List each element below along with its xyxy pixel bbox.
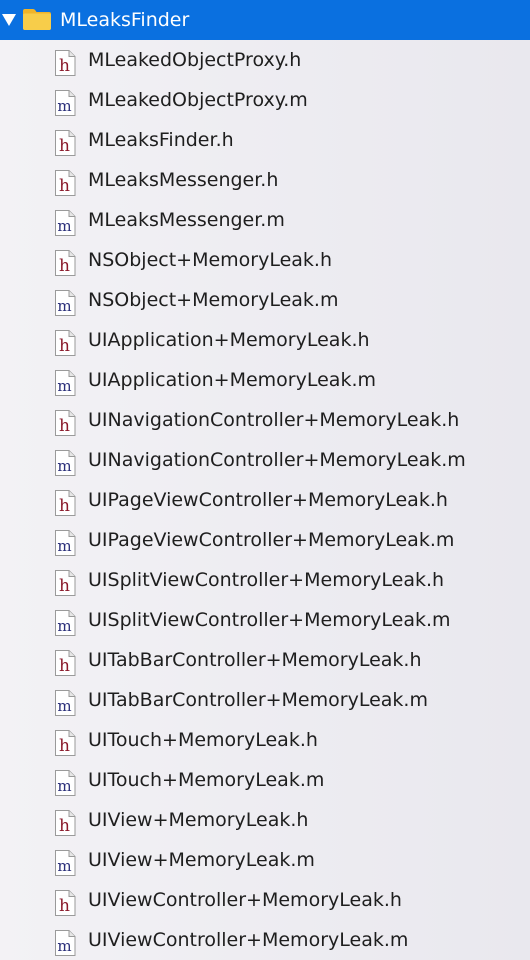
file-name: UIPageViewController+MemoryLeak.m [88, 529, 455, 551]
file-row[interactable]: h NSObject+MemoryLeak.h [0, 240, 530, 280]
header-file-icon: h [55, 170, 76, 196]
file-type-letter: h [59, 496, 70, 516]
header-file-icon: h [55, 650, 76, 676]
file-name: MLeakedObjectProxy.h [88, 49, 302, 71]
file-type-letter: m [57, 97, 71, 115]
file-name: NSObject+MemoryLeak.h [88, 249, 333, 271]
file-type-letter: h [59, 816, 70, 836]
file-type-letter: m [57, 697, 71, 715]
file-name: UIPageViewController+MemoryLeak.h [88, 489, 448, 511]
header-file-icon: h [55, 130, 76, 156]
implementation-file-icon: m [55, 290, 76, 316]
file-row[interactable]: m UIViewController+MemoryLeak.m [0, 920, 530, 960]
file-name: UITabBarController+MemoryLeak.h [88, 649, 422, 671]
file-row[interactable]: m MLeaksMessenger.m [0, 200, 530, 240]
folder-row-mleaksfinder[interactable]: MLeaksFinder [0, 0, 530, 40]
file-row[interactable]: h MLeaksMessenger.h [0, 160, 530, 200]
file-type-letter: h [59, 736, 70, 756]
file-name: MLeaksMessenger.m [88, 209, 285, 231]
file-name: UITouch+MemoryLeak.m [88, 769, 325, 791]
header-file-icon: h [55, 890, 76, 916]
file-name: NSObject+MemoryLeak.m [88, 289, 339, 311]
implementation-file-icon: m [55, 850, 76, 876]
file-type-letter: m [57, 377, 71, 395]
header-file-icon: h [55, 330, 76, 356]
file-name: UINavigationController+MemoryLeak.h [88, 409, 460, 431]
implementation-file-icon: m [55, 370, 76, 396]
implementation-file-icon: m [55, 530, 76, 556]
file-type-letter: h [59, 576, 70, 596]
file-row[interactable]: h UISplitViewController+MemoryLeak.h [0, 560, 530, 600]
file-list: h MLeakedObjectProxy.h m MLeakedObjectProxy… [0, 40, 530, 960]
file-row[interactable]: h UIView+MemoryLeak.h [0, 800, 530, 840]
file-type-letter: h [59, 416, 70, 436]
file-type-letter: m [57, 777, 71, 795]
file-row[interactable]: h MLeakedObjectProxy.h [0, 40, 530, 80]
file-type-letter: m [57, 217, 71, 235]
file-type-letter: h [59, 176, 70, 196]
header-file-icon: h [55, 50, 76, 76]
file-type-letter: m [57, 297, 71, 315]
header-file-icon: h [55, 730, 76, 756]
file-row[interactable]: h UIApplication+MemoryLeak.h [0, 320, 530, 360]
header-file-icon: h [55, 570, 76, 596]
file-row[interactable]: m UISplitViewController+MemoryLeak.m [0, 600, 530, 640]
folder-name: MLeaksFinder [60, 9, 190, 31]
file-name: UIViewController+MemoryLeak.m [88, 929, 409, 951]
file-name: MLeaksMessenger.h [88, 169, 279, 191]
file-row[interactable]: h MLeaksFinder.h [0, 120, 530, 160]
file-type-letter: m [57, 537, 71, 555]
file-type-letter: m [57, 457, 71, 475]
disclosure-triangle-icon[interactable] [2, 14, 16, 26]
file-row[interactable]: m MLeakedObjectProxy.m [0, 80, 530, 120]
file-name: UITabBarController+MemoryLeak.m [88, 689, 428, 711]
file-type-letter: h [59, 336, 70, 356]
file-type-letter: h [59, 56, 70, 76]
file-row[interactable]: m UIApplication+MemoryLeak.m [0, 360, 530, 400]
file-row[interactable]: m UINavigationController+MemoryLeak.m [0, 440, 530, 480]
implementation-file-icon: m [55, 610, 76, 636]
folder-icon [23, 9, 51, 30]
implementation-file-icon: m [55, 450, 76, 476]
file-name: UINavigationController+MemoryLeak.m [88, 449, 466, 471]
file-type-letter: m [57, 617, 71, 635]
file-name: UIViewController+MemoryLeak.h [88, 889, 402, 911]
file-row[interactable]: m UITouch+MemoryLeak.m [0, 760, 530, 800]
file-type-letter: m [57, 857, 71, 875]
file-row[interactable]: m NSObject+MemoryLeak.m [0, 280, 530, 320]
file-row[interactable]: h UITabBarController+MemoryLeak.h [0, 640, 530, 680]
file-row[interactable]: h UINavigationController+MemoryLeak.h [0, 400, 530, 440]
implementation-file-icon: m [55, 210, 76, 236]
file-name: MLeaksFinder.h [88, 129, 234, 151]
implementation-file-icon: m [55, 690, 76, 716]
file-name: UISplitViewController+MemoryLeak.m [88, 609, 451, 631]
implementation-file-icon: m [55, 90, 76, 116]
file-row[interactable]: h UITouch+MemoryLeak.h [0, 720, 530, 760]
file-name: UISplitViewController+MemoryLeak.h [88, 569, 445, 591]
file-type-letter: m [57, 937, 71, 955]
file-row[interactable]: h UIViewController+MemoryLeak.h [0, 880, 530, 920]
file-name: MLeakedObjectProxy.m [88, 89, 308, 111]
file-name: UITouch+MemoryLeak.h [88, 729, 318, 751]
header-file-icon: h [55, 410, 76, 436]
header-file-icon: h [55, 810, 76, 836]
file-name: UIView+MemoryLeak.h [88, 809, 309, 831]
file-type-letter: h [59, 896, 70, 916]
file-row[interactable]: m UITabBarController+MemoryLeak.m [0, 680, 530, 720]
file-row[interactable]: m UIView+MemoryLeak.m [0, 840, 530, 880]
file-name: UIView+MemoryLeak.m [88, 849, 315, 871]
implementation-file-icon: m [55, 930, 76, 956]
file-type-letter: h [59, 136, 70, 156]
file-row[interactable]: h UIPageViewController+MemoryLeak.h [0, 480, 530, 520]
header-file-icon: h [55, 250, 76, 276]
header-file-icon: h [55, 490, 76, 516]
file-name: UIApplication+MemoryLeak.m [88, 369, 376, 391]
implementation-file-icon: m [55, 770, 76, 796]
file-type-letter: h [59, 256, 70, 276]
project-navigator: MLeaksFinder h MLeakedObjectProxy.h m MLeak… [0, 0, 530, 956]
file-name: UIApplication+MemoryLeak.h [88, 329, 370, 351]
file-row[interactable]: m UIPageViewController+MemoryLeak.m [0, 520, 530, 560]
file-type-letter: h [59, 656, 70, 676]
